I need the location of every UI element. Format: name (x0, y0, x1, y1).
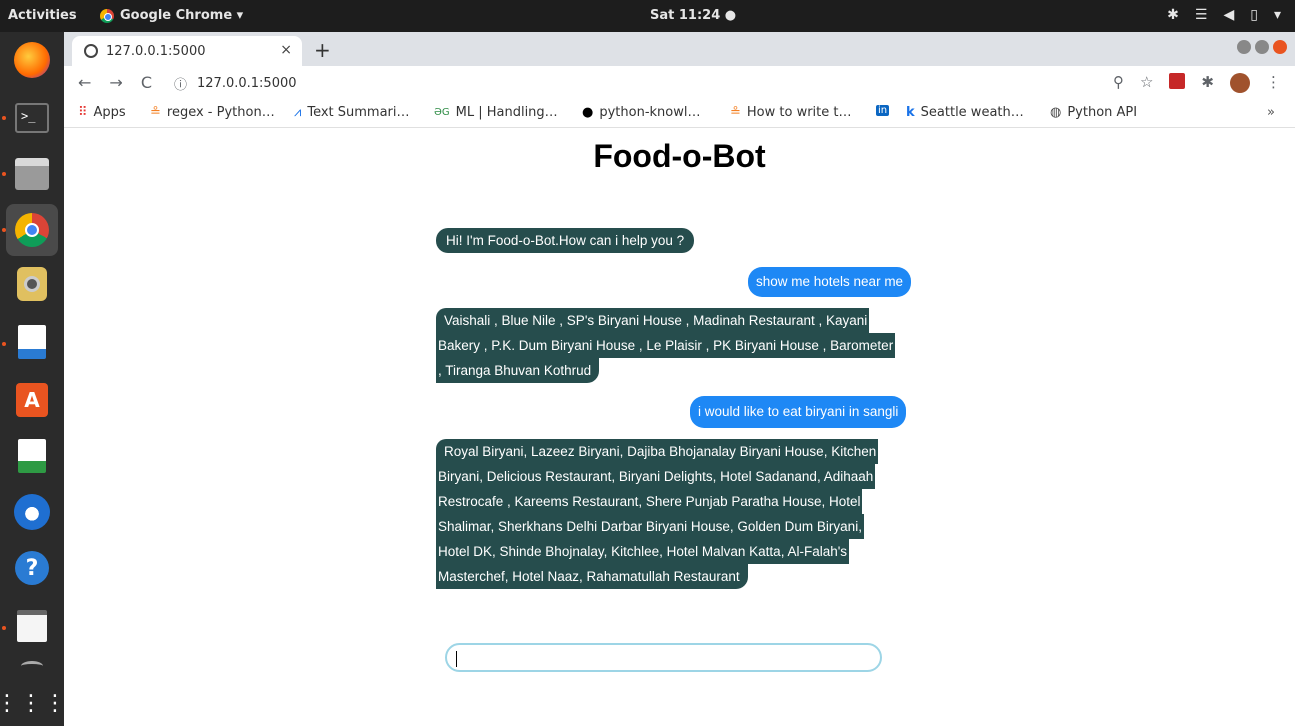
show-apps-icon[interactable]: ⋮⋮⋮ (0, 682, 66, 726)
thunderbird-icon[interactable] (10, 490, 54, 534)
profile-avatar[interactable] (1230, 73, 1250, 93)
info-icon[interactable]: ⓘ (174, 74, 187, 93)
close-tab-icon[interactable]: × (280, 42, 292, 58)
system-top-bar: Activities Google Chrome ▾ Sat 11:24 ● ✱… (0, 0, 1295, 32)
battery-icon[interactable]: ▯ (1250, 7, 1258, 23)
globe-icon: ◍ (1050, 105, 1062, 120)
chat-input[interactable] (445, 643, 882, 672)
bookmark-regex[interactable]: ≗ regex - Python… (150, 105, 275, 120)
zoom-icon[interactable]: ⚲ (1113, 73, 1124, 93)
bot-message: Hi! I'm Food-o-Bot.How can i help you ? (436, 228, 695, 253)
running-indicator (2, 172, 6, 176)
gfg-icon: ƏG (434, 107, 450, 118)
tab-title: 127.0.0.1:5000 (106, 43, 206, 59)
dock-scroll-icon[interactable] (10, 656, 54, 676)
bookmarks-overflow[interactable]: » (1267, 105, 1275, 120)
terminal-icon[interactable]: >_ (10, 96, 54, 140)
tab-strip: 127.0.0.1:5000 × + (64, 32, 1295, 66)
linkedin-icon: in (876, 105, 890, 116)
activities-button[interactable]: Activities (8, 8, 77, 23)
bookmark-python-knowl[interactable]: ● python-knowl… (582, 105, 700, 120)
bookmark-text-summari[interactable]: ⩘ Text Summari… (294, 105, 410, 120)
running-indicator (2, 228, 6, 232)
wifi-icon[interactable]: ☰ (1195, 7, 1208, 23)
github-icon: ● (582, 105, 594, 120)
bot-message: Vaishali , Blue Nile , SP's Biryani Hous… (436, 308, 896, 383)
new-tab-button[interactable]: + (314, 38, 331, 62)
software-center-icon[interactable]: A (10, 378, 54, 422)
bookmark-ml-handling[interactable]: ƏG ML | Handling… (434, 105, 558, 120)
app-menu[interactable]: Google Chrome ▾ (100, 8, 243, 23)
maximize-icon[interactable] (1255, 40, 1269, 54)
app-menu-label: Google Chrome ▾ (120, 8, 244, 23)
page-title: Food-o-Bot (593, 138, 766, 174)
extensions-icon[interactable]: ✱ (1201, 73, 1214, 93)
back-icon[interactable]: ← (78, 73, 91, 92)
bookmark-apps[interactable]: ⠿ Apps (78, 105, 126, 120)
chart-icon: ⩘ (294, 105, 302, 120)
apps-grid-icon: ⠿ (78, 105, 88, 120)
forward-icon[interactable]: → (109, 73, 122, 92)
window-controls (1237, 40, 1287, 54)
running-indicator (2, 116, 6, 120)
globe-icon (84, 44, 98, 58)
bot-message: Royal Biryani, Lazeez Biryani, Dajiba Bh… (436, 439, 879, 589)
stackoverflow-icon: ≗ (730, 105, 741, 120)
minimize-icon[interactable] (1237, 40, 1251, 54)
rhythmbox-icon[interactable] (10, 262, 54, 306)
pdf-extension-icon[interactable] (1169, 73, 1186, 89)
user-message: i would like to eat biryani in sangli (690, 396, 907, 428)
running-indicator (2, 626, 6, 630)
k-icon: k (906, 105, 915, 120)
bluetooth-icon[interactable]: ✱ (1167, 7, 1179, 23)
bookmark-seattle-weath[interactable]: k Seattle weath… (906, 105, 1024, 120)
bookmarks-bar: ⠿ Apps ≗ regex - Python… ⩘ Text Summari… ƏG… (64, 100, 1295, 128)
browser-tab[interactable]: 127.0.0.1:5000 × (72, 36, 302, 66)
menu-icon[interactable]: ⋮ (1266, 73, 1281, 93)
clock[interactable]: Sat 11:24 ● (650, 8, 736, 23)
writer-icon[interactable] (10, 320, 54, 364)
browser-toolbar: ← → C ⓘ 127.0.0.1:5000 ⚲ ☆ ✱ ⋮ (64, 66, 1295, 100)
reload-icon[interactable]: C (141, 73, 152, 92)
text-caret (456, 651, 457, 667)
running-indicator (2, 342, 6, 346)
system-tray[interactable]: ✱ ☰ ◀ ▯ ▾ (1167, 7, 1281, 23)
calc-icon[interactable] (10, 434, 54, 478)
user-message: show me hotels near me (748, 267, 912, 297)
bookmark-python-api[interactable]: ◍ Python API (1050, 105, 1137, 120)
bookmark-linkedin[interactable]: in (876, 105, 890, 116)
volume-icon[interactable]: ◀ (1223, 7, 1234, 23)
chrome-dock-icon[interactable] (6, 204, 58, 256)
files-icon[interactable] (10, 152, 54, 196)
bookmark-how-to-write[interactable]: ≗ How to write t… (730, 105, 852, 120)
firefox-icon[interactable] (10, 38, 54, 82)
help-icon[interactable]: ? (10, 546, 54, 590)
stackoverflow-icon: ≗ (150, 105, 161, 120)
close-window-icon[interactable] (1273, 40, 1287, 54)
dock: >_ A ? ⋮⋮⋮ (0, 32, 66, 726)
text-editor-icon[interactable] (10, 604, 54, 648)
bookmark-star-icon[interactable]: ☆ (1140, 73, 1153, 93)
system-menu-icon[interactable]: ▾ (1274, 7, 1281, 23)
url-text: 127.0.0.1:5000 (197, 75, 297, 91)
chatbot-page: Food-o-Bot Hi! I'm Food-o-Bot.How can i … (64, 128, 1295, 726)
address-bar[interactable]: ⓘ 127.0.0.1:5000 (164, 70, 1144, 96)
chrome-icon (100, 8, 114, 23)
